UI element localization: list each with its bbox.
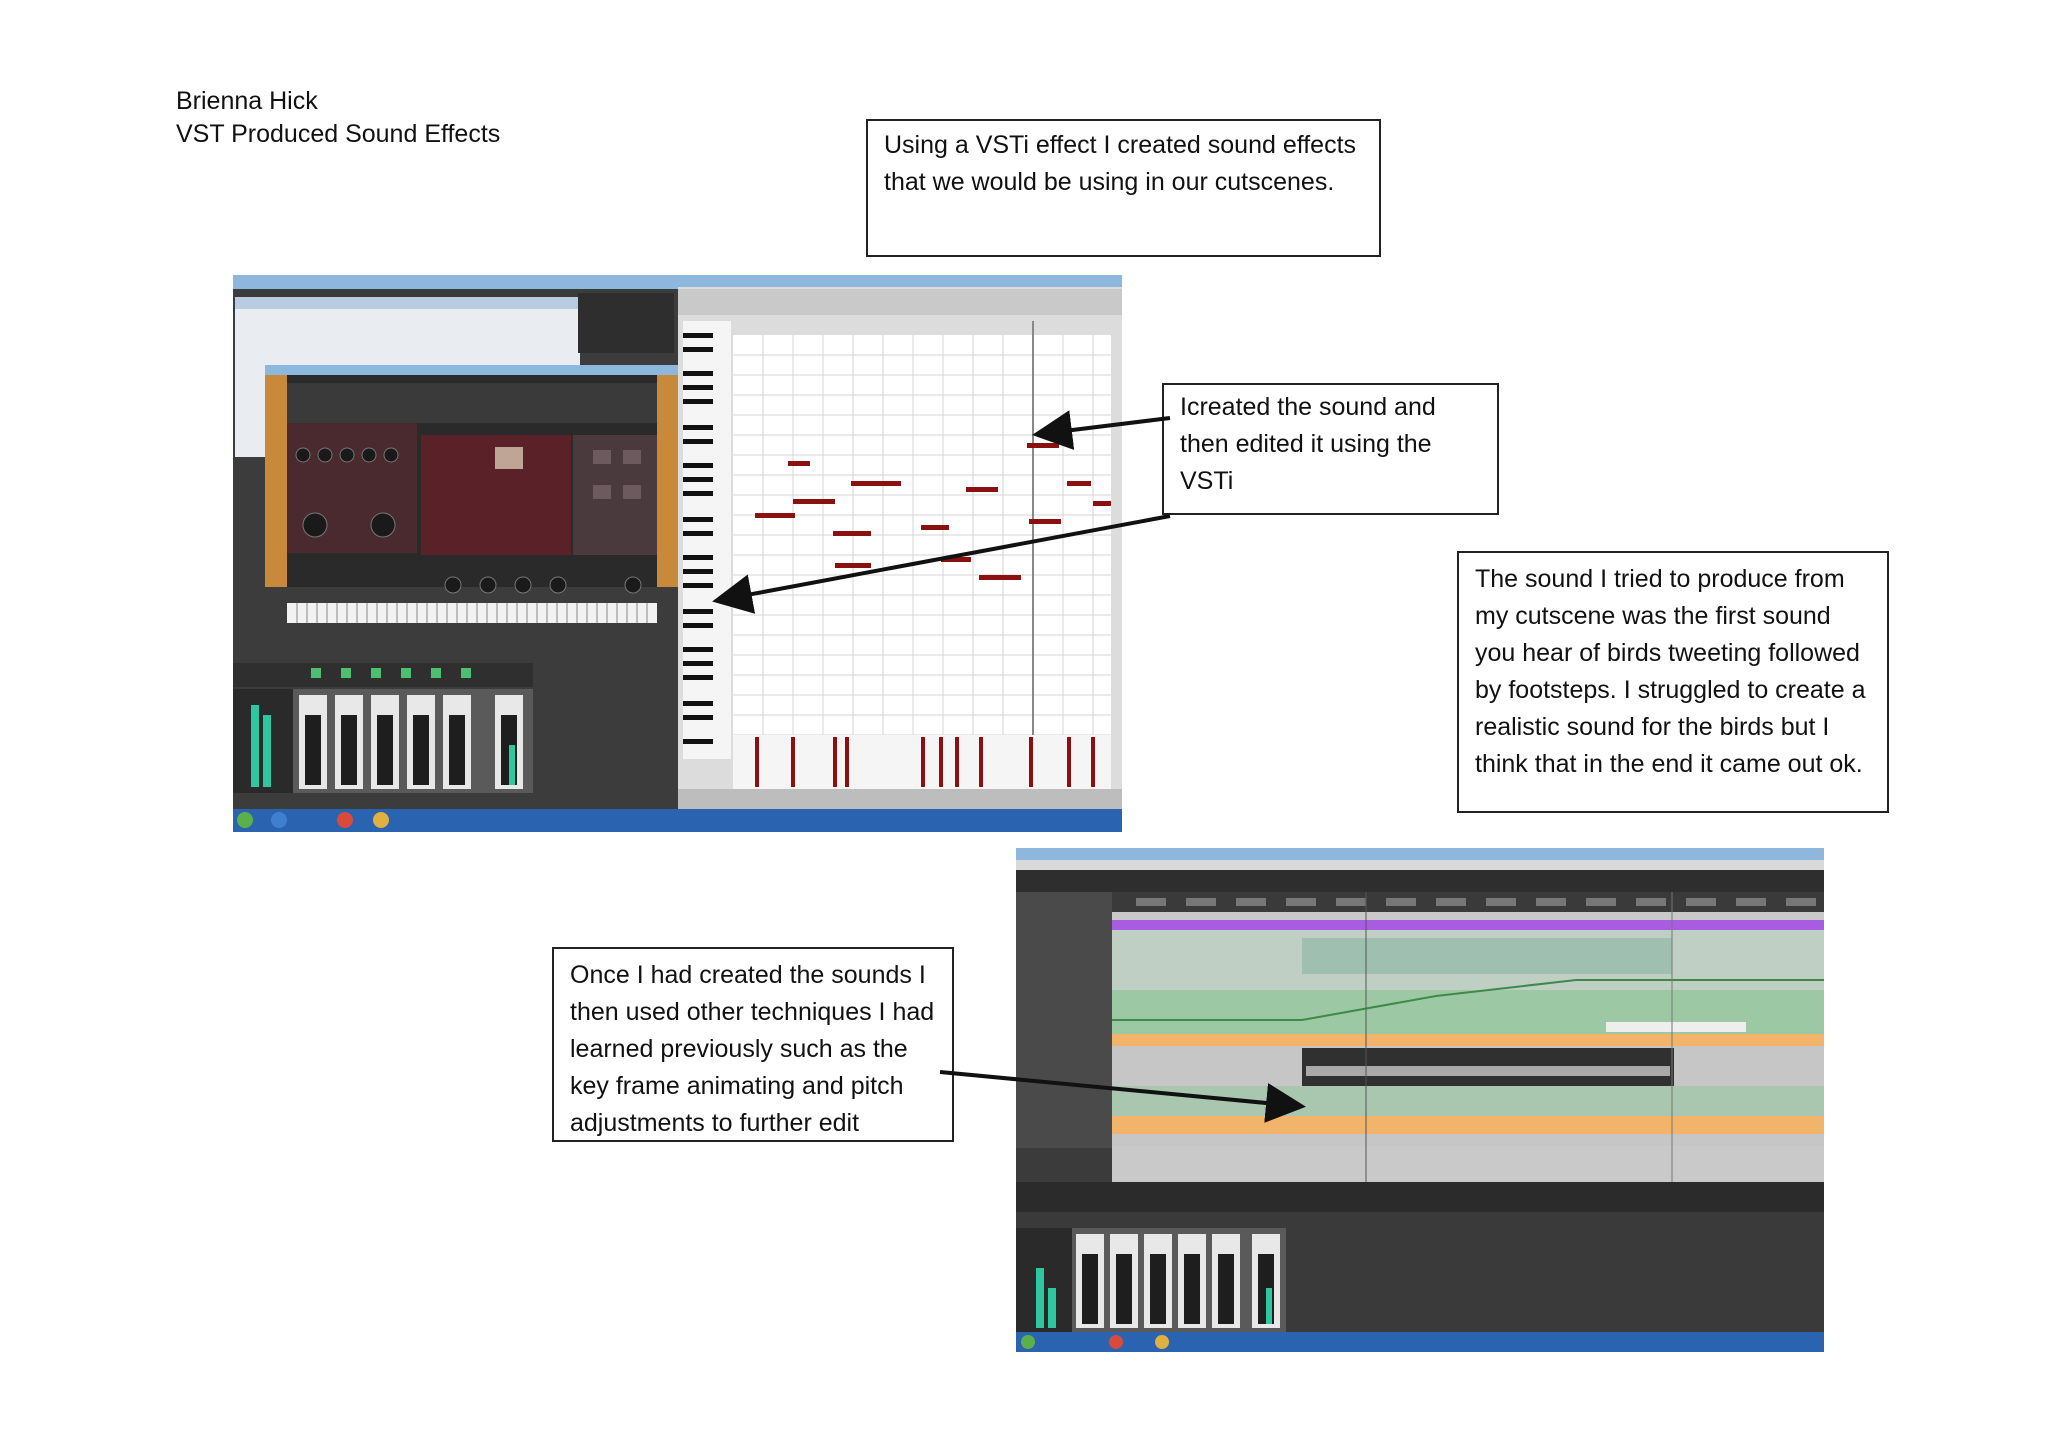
note-line: Once I had created the sounds I xyxy=(570,961,926,989)
note-line: think that in the end it came out ok. xyxy=(1475,750,1863,778)
vsti-piano-roll-screenshot xyxy=(233,275,1122,832)
note-line: then used other techniques I had xyxy=(570,998,935,1026)
note-line: my cutscene was the first sound xyxy=(1475,602,1831,630)
vsti-screenshot-graphic xyxy=(233,275,1122,832)
timeline-edit-screenshot xyxy=(1016,848,1824,1352)
sound-note: The sound I tried to produce from my cut… xyxy=(1457,551,1889,813)
note-line: VSTi xyxy=(1180,467,1234,495)
note-line: Using a VSTi effect I created sound effe… xyxy=(884,131,1357,159)
note-line: learned previously such as the xyxy=(570,1035,908,1063)
document-title: VST Produced Sound Effects xyxy=(176,120,501,148)
intro-note: Using a VSTi effect I created sound effe… xyxy=(866,119,1381,257)
note-line: you hear of birds tweeting followed xyxy=(1475,639,1860,667)
created-note: Icreated the sound and then edited it us… xyxy=(1162,383,1499,515)
note-line: key frame animating and pitch xyxy=(570,1072,904,1100)
timeline-screenshot-graphic xyxy=(1016,848,1824,1352)
note-line: realistic sound for the birds but I xyxy=(1475,713,1830,741)
note-line: Icreated the sound and xyxy=(1180,393,1436,421)
note-line: that we would be using in our cutscenes. xyxy=(884,168,1335,196)
note-line: The sound I tried to produce from xyxy=(1475,565,1845,593)
techniques-note: Once I had created the sounds I then use… xyxy=(552,947,954,1142)
note-line: then edited it using the xyxy=(1180,430,1432,458)
note-line: by footsteps. I struggled to create a xyxy=(1475,676,1866,704)
note-line: adjustments to further edit xyxy=(570,1109,860,1137)
author-name: Brienna Hick xyxy=(176,87,318,115)
